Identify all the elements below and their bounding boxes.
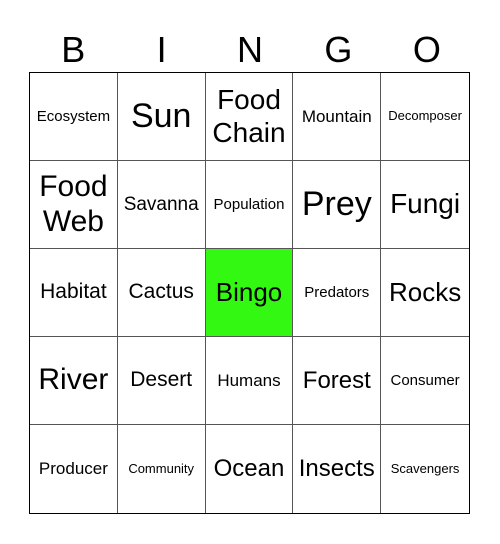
bingo-cell[interactable]: Forest [293, 337, 382, 425]
bingo-cell[interactable]: Desert [117, 337, 206, 425]
cell-label: Decomposer [388, 108, 462, 124]
cell-label: Forest [302, 366, 371, 394]
bingo-cell[interactable]: Producer [30, 425, 118, 513]
cell-label: Ecosystem [36, 107, 111, 125]
cell-label: Predators [304, 283, 370, 301]
cell-label: Rocks [388, 276, 462, 307]
bingo-cell[interactable]: Mountain [293, 73, 382, 161]
header-letter-g: G [324, 29, 353, 70]
cell-label: Community [128, 460, 195, 476]
cell-label: Bingo [215, 276, 283, 307]
cell-label: Food Web [39, 170, 108, 238]
cell-label: Insects [298, 455, 375, 483]
bingo-cell[interactable]: Insects [293, 425, 382, 513]
header-letter-o: O [412, 29, 441, 70]
header-letter-i: I [156, 29, 167, 70]
cell-label: Habitat [40, 280, 107, 304]
bingo-header: B I N G O [29, 28, 471, 72]
bingo-cell[interactable]: Rocks [381, 249, 469, 337]
free-space-cell[interactable]: Bingo [205, 249, 294, 337]
bingo-cell[interactable]: Cactus [117, 249, 206, 337]
cell-label: Humans [217, 370, 281, 390]
bingo-cell[interactable]: Predators [293, 249, 382, 337]
bingo-cell[interactable]: Community [118, 425, 206, 513]
bingo-cell[interactable]: Savanna [117, 161, 206, 249]
header-letter-b: B [61, 29, 86, 70]
bingo-cell[interactable]: River [30, 337, 118, 425]
cell-label: Consumer [390, 371, 460, 389]
cell-label: Cactus [128, 280, 194, 304]
bingo-cell[interactable]: Population [205, 161, 294, 249]
bingo-cell[interactable]: Decomposer [381, 73, 469, 161]
cell-label: Ocean [213, 455, 285, 483]
bingo-cell[interactable]: Ocean [206, 425, 294, 513]
cell-label: Prey [301, 184, 372, 223]
cell-label: Sun [130, 96, 192, 135]
cell-label: Food Chain [212, 84, 286, 148]
bingo-cell[interactable]: Humans [205, 337, 294, 425]
cell-label: Mountain [301, 106, 372, 126]
cell-label: Desert [130, 368, 193, 392]
bingo-cell[interactable]: Fungi [381, 161, 469, 249]
cell-label: Savanna [123, 193, 199, 215]
bingo-cell[interactable]: Ecosystem [30, 73, 118, 161]
cell-label: Producer [38, 459, 108, 479]
cell-label: Population [213, 195, 285, 213]
bingo-cell[interactable]: Scavengers [381, 425, 469, 513]
bingo-cell[interactable]: Consumer [381, 337, 469, 425]
header-letter-n: N [237, 29, 264, 70]
cell-label: Scavengers [390, 460, 460, 476]
bingo-cell[interactable]: Prey [293, 161, 382, 249]
bingo-cell[interactable]: Food Chain [205, 73, 294, 161]
bingo-cell[interactable]: Food Web [30, 161, 118, 249]
bingo-cell[interactable]: Habitat [30, 249, 118, 337]
bingo-cell[interactable]: Sun [117, 73, 206, 161]
bingo-card: Ecosystem Sun Food Chain Mountain Decomposer… [29, 72, 470, 514]
cell-label: River [38, 363, 109, 397]
cell-label: Fungi [390, 188, 461, 220]
